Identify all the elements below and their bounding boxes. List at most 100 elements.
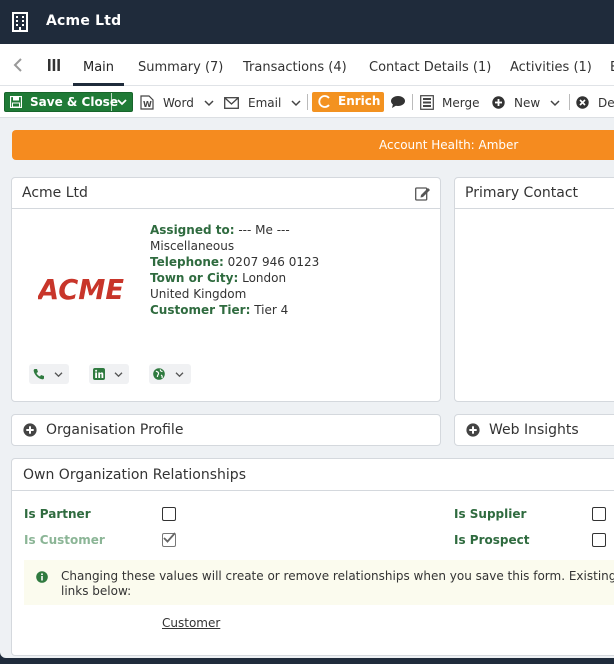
tab-summary[interactable]: Summary (7)	[138, 60, 223, 75]
comment-icon[interactable]	[390, 95, 406, 109]
category-value: Miscellaneous	[150, 239, 235, 253]
is-supplier-checkbox[interactable]	[592, 507, 606, 521]
columns-icon[interactable]	[47, 59, 61, 71]
toolbar-separator	[412, 94, 413, 110]
chevron-down-icon	[175, 372, 184, 378]
primary-contact-title: Primary Contact	[465, 185, 579, 201]
customer-relationship-link[interactable]: Customer	[162, 616, 220, 630]
telephone-label: Telephone:	[150, 255, 224, 269]
toolbar-separator	[569, 94, 570, 110]
tab-overflow[interactable]: E	[610, 60, 614, 75]
assigned-to-value: --- Me ---	[238, 223, 290, 237]
primary-contact-card: Primary Contact	[454, 177, 614, 402]
save-close-button[interactable]: Save & Close	[4, 92, 133, 112]
enrich-button[interactable]: Enrich	[312, 92, 384, 112]
globe-icon	[153, 368, 165, 380]
is-customer-label: Is Customer	[24, 533, 105, 547]
assigned-to-label: Assigned to:	[150, 223, 235, 237]
merge-button[interactable]: Merge	[420, 93, 479, 112]
info-note-line-1: Changing these values will create or rem…	[61, 569, 614, 583]
company-logo: ACME	[38, 273, 124, 303]
chevron-down-icon	[204, 99, 214, 106]
edit-icon[interactable]	[415, 186, 431, 201]
town-field: Town or City: London	[150, 271, 286, 285]
is-supplier-label: Is Supplier	[454, 507, 527, 521]
form-content: Main Summary (7) Transactions (4) Contac…	[0, 44, 614, 658]
tab-contact-details[interactable]: Contact Details (1)	[369, 60, 491, 75]
merge-icon	[420, 95, 434, 110]
split-divider	[111, 93, 112, 111]
account-health-text: Account Health: Amber	[379, 138, 519, 152]
info-icon	[36, 571, 48, 583]
is-prospect-label: Is Prospect	[454, 533, 530, 547]
command-toolbar: Save & Close W Word Email Enrich Merge N…	[0, 86, 614, 118]
web-insights-section[interactable]: Web Insights	[454, 414, 614, 446]
new-label: New	[514, 95, 541, 110]
envelope-icon	[224, 96, 239, 109]
is-partner-checkbox[interactable]	[162, 507, 176, 521]
merge-label: Merge	[442, 95, 480, 110]
plus-circle-icon	[492, 96, 505, 109]
delete-circle-icon	[576, 96, 589, 109]
linkedin-dropdown[interactable]	[89, 364, 129, 384]
own-organization-relationships-section: Own Organization Relationships Is Partne…	[11, 458, 614, 656]
plus-circle-icon	[23, 423, 37, 437]
new-button[interactable]: New	[492, 93, 560, 112]
save-close-label: Save & Close	[30, 95, 118, 109]
email-button[interactable]: Email	[224, 93, 301, 112]
phone-icon	[33, 369, 44, 380]
relationships-info-note: Changing these values will create or rem…	[24, 560, 614, 605]
primary-contact-header: Primary Contact	[455, 178, 614, 209]
organisation-profile-section[interactable]: Organisation Profile	[11, 414, 441, 446]
customer-tier-value: Tier 4	[254, 303, 289, 317]
chevron-down-icon	[291, 99, 301, 106]
account-health-banner: Account Health: Amber	[12, 130, 614, 160]
enrich-label: Enrich	[338, 94, 381, 108]
customer-tier-label: Customer Tier:	[150, 303, 251, 317]
is-partner-label: Is Partner	[24, 507, 91, 521]
relationships-header: Own Organization Relationships	[12, 459, 614, 491]
organisation-profile-title: Organisation Profile	[46, 422, 184, 438]
tab-transactions[interactable]: Transactions (4)	[243, 60, 347, 75]
website-dropdown[interactable]	[149, 364, 191, 384]
chevron-down-icon	[54, 372, 63, 378]
account-card-title: Acme Ltd	[22, 185, 88, 201]
delete-label: De	[598, 95, 614, 110]
town-value: London	[242, 271, 287, 285]
assigned-to-field: Assigned to: --- Me ---	[150, 223, 290, 237]
title-bar: Acme Ltd	[0, 0, 614, 44]
telephone-field: Telephone: 0207 946 0123	[150, 255, 319, 269]
email-label: Email	[248, 95, 282, 110]
delete-button[interactable]: De	[576, 93, 614, 112]
town-label: Town or City:	[150, 271, 239, 285]
chevron-left-icon[interactable]	[11, 57, 25, 73]
info-note-text: Changing these values will create or rem…	[61, 569, 614, 599]
toolbar-separator	[307, 94, 308, 110]
chevron-down-icon[interactable]	[117, 98, 127, 106]
telephone-value: 0207 946 0123	[227, 255, 320, 269]
phone-dropdown[interactable]	[29, 364, 69, 384]
window-title: Acme Ltd	[46, 13, 122, 29]
chevron-down-icon	[114, 372, 123, 378]
tab-bar: Main Summary (7) Transactions (4) Contac…	[0, 44, 614, 86]
svg-text:ACME: ACME	[38, 273, 124, 303]
word-button[interactable]: W Word	[140, 93, 214, 112]
svg-text:W: W	[143, 100, 152, 109]
customer-tier-field: Customer Tier: Tier 4	[150, 303, 288, 317]
is-customer-checkbox[interactable]	[162, 532, 176, 547]
relationships-title: Own Organization Relationships	[23, 467, 246, 483]
checkmark-icon	[163, 532, 176, 543]
word-document-icon: W	[140, 95, 154, 110]
tab-main[interactable]: Main	[83, 60, 114, 75]
account-card-header: Acme Ltd	[12, 178, 440, 209]
chevron-down-icon	[550, 99, 560, 106]
linkedin-icon	[93, 368, 105, 380]
account-summary-card: Acme Ltd ACME Assigned to: --- Me --- Mi…	[11, 177, 441, 402]
plus-circle-icon	[466, 423, 480, 437]
country-value: United Kingdom	[150, 287, 247, 301]
building-icon	[12, 12, 28, 32]
info-note-line-2: links below:	[61, 584, 132, 598]
is-prospect-checkbox[interactable]	[592, 533, 606, 547]
tab-activities[interactable]: Activities (1)	[510, 60, 592, 75]
word-label: Word	[163, 95, 194, 110]
